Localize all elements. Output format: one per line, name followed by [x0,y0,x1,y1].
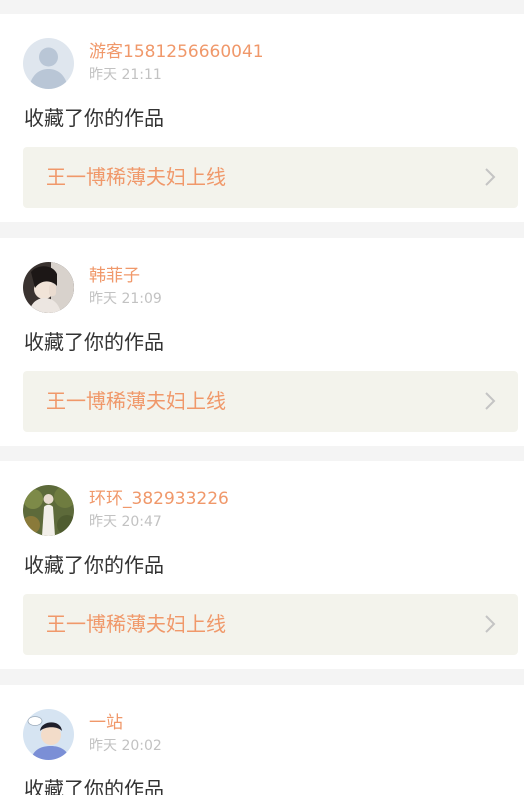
username-link[interactable]: 游客1581256660041 [89,41,264,63]
username-link[interactable]: 环环_382933226 [89,488,229,510]
notification-card: 韩菲子 昨天 21:09 收藏了你的作品 王一博稀薄夫妇上线 [0,238,524,446]
username-link[interactable]: 一站 [89,712,123,734]
avatar[interactable] [23,709,74,760]
timestamp: 昨天 21:09 [89,291,162,307]
user-photo [23,485,74,536]
action-text: 收藏了你的作品 [24,330,164,354]
notification-card: 环环_382933226 昨天 20:47 收藏了你的作品 王一博稀薄夫妇上线 [0,461,524,669]
action-text: 收藏了你的作品 [24,777,164,795]
notification-feed: 游客1581256660041 昨天 21:11 收藏了你的作品 王一博稀薄夫妇… [0,0,524,795]
timestamp: 昨天 20:47 [89,514,162,530]
chevron-right-icon [484,167,496,187]
default-user-icon [23,38,74,89]
work-title: 王一博稀薄夫妇上线 [46,389,226,413]
chevron-right-icon [484,614,496,634]
notification-card: 一站 昨天 20:02 收藏了你的作品 [0,685,524,795]
user-photo [23,262,74,313]
avatar[interactable] [23,485,74,536]
work-link[interactable]: 王一博稀薄夫妇上线 [23,371,518,432]
action-text: 收藏了你的作品 [24,106,164,130]
avatar[interactable] [23,262,74,313]
work-title: 王一博稀薄夫妇上线 [46,165,226,189]
work-title: 王一博稀薄夫妇上线 [46,612,226,636]
action-text: 收藏了你的作品 [24,553,164,577]
timestamp: 昨天 21:11 [89,67,162,83]
username-link[interactable]: 韩菲子 [89,265,140,287]
work-link[interactable]: 王一博稀薄夫妇上线 [23,147,518,208]
avatar[interactable] [23,38,74,89]
work-link[interactable]: 王一博稀薄夫妇上线 [23,594,518,655]
timestamp: 昨天 20:02 [89,738,162,754]
user-photo [23,709,74,760]
chevron-right-icon [484,391,496,411]
notification-card: 游客1581256660041 昨天 21:11 收藏了你的作品 王一博稀薄夫妇… [0,14,524,222]
